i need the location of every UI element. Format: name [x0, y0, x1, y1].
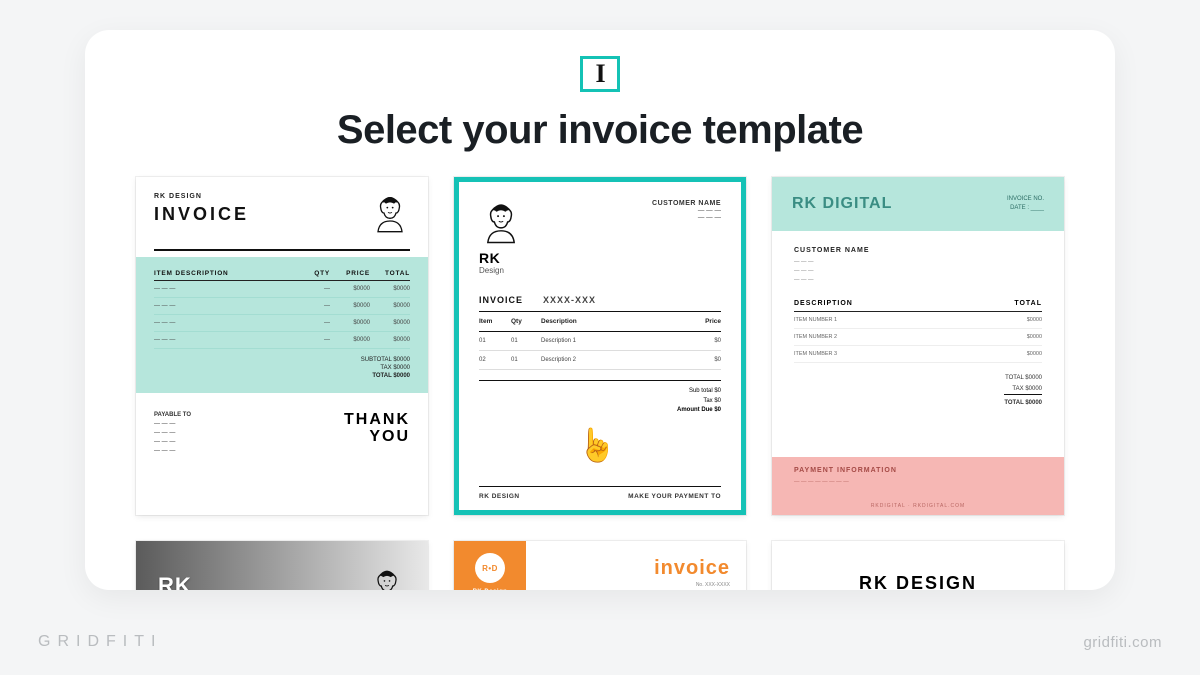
avatar-icon	[370, 193, 410, 233]
template-card-3[interactable]: RK DIGITAL INVOICE NO.DATE : ____ CUSTOM…	[772, 177, 1064, 515]
pointer-cursor-icon: ☝	[577, 426, 617, 464]
app-logo-letter: I	[595, 59, 604, 89]
template-card-4[interactable]: RK	[136, 541, 428, 590]
template-card-6[interactable]: RK DESIGN UX DESIGNER	[772, 541, 1064, 590]
template-card-5[interactable]: R•D RK Design invoice No. XXX-XXXXDate X…	[454, 541, 746, 590]
t2-brand: RK	[479, 250, 523, 266]
app-logo-icon: I	[580, 56, 620, 92]
template-grid: RK DESIGN INVOICE ITEM DESCRIPTION QTY P…	[119, 177, 1081, 590]
template-card-2-selected[interactable]: RK Design CUSTOMER NAME— — —— — — INVOIC…	[454, 177, 746, 515]
t3-brand: RK DIGITAL	[792, 195, 892, 213]
t1-thankyou: THANKYOU	[344, 411, 410, 446]
t1-title: INVOICE	[154, 204, 249, 225]
t5-circle-logo: R•D	[475, 553, 505, 583]
page-title: Select your invoice template	[337, 108, 863, 153]
t5-title: invoice	[542, 557, 730, 580]
avatar-icon	[368, 567, 406, 590]
template-card-1[interactable]: RK DESIGN INVOICE ITEM DESCRIPTION QTY P…	[136, 177, 428, 515]
template-picker-panel: I Select your invoice template RK DESIGN…	[85, 30, 1115, 590]
t4-brand: RK	[158, 573, 192, 590]
t1-brand: RK DESIGN	[154, 193, 249, 200]
t6-brand: RK DESIGN	[859, 573, 977, 590]
watermark-left: GRIDFITI	[38, 633, 162, 651]
avatar-icon	[479, 200, 523, 244]
watermark-right: gridfiti.com	[1083, 634, 1162, 651]
